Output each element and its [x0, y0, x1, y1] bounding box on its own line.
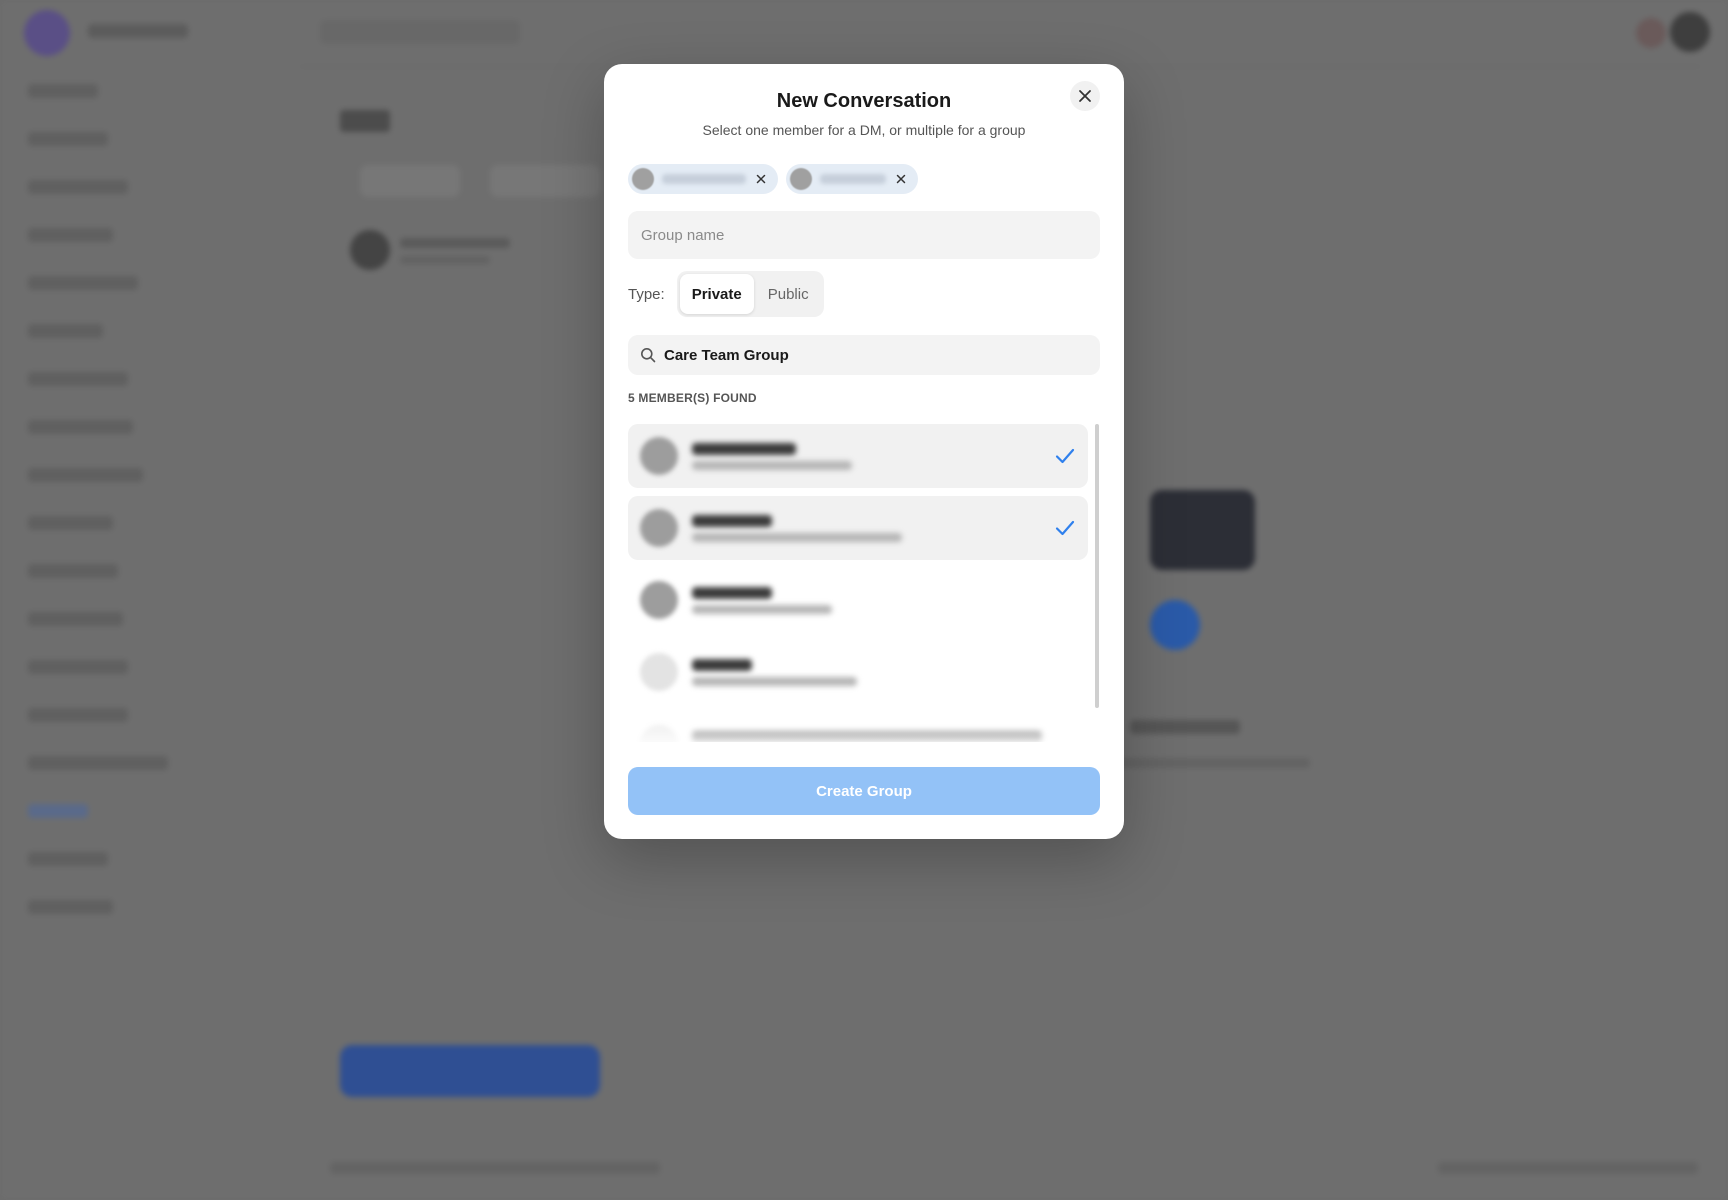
- sidebar-item: [28, 324, 103, 338]
- members-found-count: 5 MEMBER(S) FOUND: [628, 391, 757, 405]
- sidebar-item: [28, 228, 113, 242]
- notification-avatar: [1636, 18, 1666, 48]
- sidebar-item: [28, 564, 118, 578]
- empty-state-illustration: [1150, 490, 1255, 570]
- chip-name: [662, 174, 746, 184]
- sidebar-item: [28, 852, 108, 866]
- avatar: [640, 653, 678, 691]
- create-group-button[interactable]: Create Group: [628, 767, 1100, 815]
- sidebar-item: [28, 516, 113, 530]
- sidebar-item: [28, 660, 128, 674]
- sidebar-item: [28, 708, 128, 722]
- background-primary-button: [340, 1045, 600, 1097]
- member-list: [628, 422, 1100, 742]
- member-name: [692, 442, 796, 455]
- type-selector-row: Type: Private Public: [628, 271, 824, 317]
- close-button[interactable]: [1070, 81, 1100, 111]
- type-label: Type:: [628, 285, 665, 303]
- sidebar-item: [28, 900, 113, 914]
- background-tab: [490, 165, 600, 197]
- avatar: [640, 581, 678, 619]
- modal-subtitle: Select one member for a DM, or multiple …: [702, 122, 1026, 138]
- type-segmented-control: Private Public: [676, 271, 824, 317]
- app-logo-text: [88, 24, 188, 38]
- member-search-input[interactable]: Care Team Group: [628, 335, 1100, 375]
- list-fade: [628, 702, 1100, 742]
- close-icon: [1079, 90, 1091, 102]
- sidebar-item: [28, 468, 143, 482]
- member-email: [692, 460, 852, 470]
- footer-right: [1438, 1162, 1698, 1174]
- member-row[interactable]: [628, 640, 1088, 704]
- type-option-public[interactable]: Public: [756, 274, 821, 314]
- member-row[interactable]: [628, 496, 1088, 560]
- member-name: [692, 514, 772, 527]
- app-logo: [24, 10, 70, 56]
- sidebar-item: [28, 756, 168, 770]
- group-name-input[interactable]: [628, 211, 1100, 259]
- member-email: [692, 532, 902, 542]
- sidebar-item: [28, 612, 123, 626]
- footer-left: [330, 1162, 660, 1174]
- selected-member-chip: [786, 164, 918, 194]
- remove-chip-button[interactable]: [894, 172, 908, 186]
- member-name: [692, 658, 752, 671]
- sidebar-item: [28, 132, 108, 146]
- member-email: [692, 676, 857, 686]
- search-icon: [641, 348, 656, 363]
- member-row[interactable]: [628, 424, 1088, 488]
- chip-name: [820, 174, 886, 184]
- selected-members-chips: [628, 164, 918, 194]
- selected-member-chip: [628, 164, 778, 194]
- sidebar-item-active: [28, 804, 88, 818]
- type-option-private[interactable]: Private: [679, 274, 754, 314]
- sidebar-item: [28, 372, 128, 386]
- avatar: [632, 168, 654, 190]
- member-row[interactable]: [628, 568, 1088, 632]
- user-avatar: [1670, 12, 1710, 52]
- sidebar-item: [28, 180, 128, 194]
- background-tab: [360, 165, 460, 197]
- empty-state-description: [1110, 758, 1310, 768]
- sidebar-item: [28, 84, 98, 98]
- avatar: [790, 168, 812, 190]
- search-value: Care Team Group: [664, 346, 789, 364]
- conversation-avatar: [350, 230, 390, 270]
- check-icon: [1055, 448, 1075, 464]
- sidebar-item: [28, 276, 138, 290]
- member-email: [692, 604, 832, 614]
- sidebar-item: [28, 420, 133, 434]
- close-icon: [896, 174, 906, 184]
- member-name: [692, 586, 772, 599]
- page-heading: [340, 110, 390, 132]
- remove-chip-button[interactable]: [754, 172, 768, 186]
- conversation-title: [400, 238, 510, 248]
- empty-state-illustration-accent: [1150, 600, 1200, 650]
- new-conversation-modal: New Conversation Select one member for a…: [604, 64, 1124, 839]
- member-list-scrollbar[interactable]: [1095, 424, 1099, 708]
- avatar: [640, 509, 678, 547]
- check-icon: [1055, 520, 1075, 536]
- modal-title: New Conversation: [776, 90, 952, 112]
- empty-state-title: [1130, 720, 1240, 734]
- background-search: [320, 20, 520, 44]
- conversation-preview: [400, 256, 490, 264]
- avatar: [640, 437, 678, 475]
- close-icon: [756, 174, 766, 184]
